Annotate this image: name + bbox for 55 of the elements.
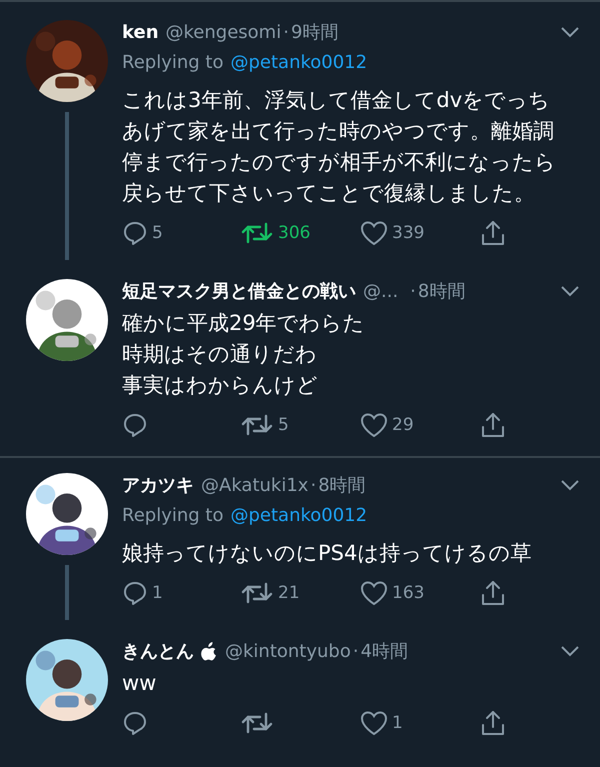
- tweet-text: 娘持ってけないのにPS4は持ってけるの草: [122, 540, 532, 567]
- like-count: 1: [392, 713, 403, 733]
- tweet-text-line: 確かに平成29年でわらた: [122, 310, 366, 337]
- retweet-icon[interactable]: [240, 412, 274, 438]
- timestamp: 4時間: [360, 640, 408, 663]
- heart-icon[interactable]: [360, 220, 388, 246]
- like-count: 339: [392, 223, 424, 243]
- display-name: きんとん: [122, 640, 194, 663]
- separator-dot: ·: [310, 474, 316, 496]
- separator-dot: ·: [283, 22, 289, 42]
- like-count: 29: [392, 415, 414, 435]
- user-handle: @Akatuki1x: [201, 474, 308, 496]
- retweet-icon[interactable]: [240, 710, 274, 736]
- share-icon[interactable]: [480, 709, 506, 737]
- user-handle: @kintontyubo: [225, 640, 351, 662]
- mention-link[interactable]: @petanko0012: [230, 52, 368, 72]
- reply-count: 5: [152, 223, 163, 243]
- heart-icon[interactable]: [360, 412, 388, 438]
- tweet-text-line: 時期はその通りだわ: [122, 341, 318, 368]
- replying-to-label: Replying to: [122, 504, 224, 526]
- user-handle: @...: [363, 280, 398, 302]
- chevron-down-icon[interactable]: [560, 645, 580, 657]
- reply-icon[interactable]: [122, 412, 148, 438]
- reply-icon[interactable]: [122, 220, 148, 246]
- tweet-text: これは3年前、浮気して借金してdvをでっちあげて家を出て行った時のやつです。離婚調停まで行ったのですが相手が不利になったら戻らせて下さいってことで復縁しました。: [122, 87, 557, 207]
- reply-count: 1: [152, 583, 163, 603]
- retweet-count: 5: [278, 415, 289, 435]
- display-name: 短足マスク男と借金との戦い: [122, 280, 356, 303]
- chevron-down-icon[interactable]: [560, 26, 580, 38]
- retweet-count: 21: [278, 583, 300, 603]
- mention-link[interactable]: @petanko0012: [230, 504, 368, 526]
- separator-dot: ·: [352, 640, 359, 662]
- timestamp: 8時間: [418, 280, 466, 303]
- separator-dot: ·: [410, 280, 416, 302]
- heart-icon[interactable]: [360, 580, 388, 606]
- retweet-icon[interactable]: [240, 580, 274, 606]
- reply-icon[interactable]: [122, 710, 148, 736]
- heart-icon[interactable]: [360, 710, 388, 736]
- display-name: アカツキ: [122, 474, 194, 497]
- tweet-text-line: 事実はわからんけど: [122, 372, 319, 399]
- chevron-down-icon[interactable]: [560, 479, 580, 491]
- like-count: 163: [392, 583, 424, 603]
- share-icon[interactable]: [480, 219, 506, 247]
- display-name: ken: [122, 22, 159, 42]
- share-icon[interactable]: [480, 579, 506, 607]
- timestamp: 9時間: [290, 21, 338, 44]
- user-handle: @kengesomi: [166, 22, 282, 42]
- reply-icon[interactable]: [122, 580, 148, 606]
- tweet-text: ww: [122, 670, 158, 697]
- replying-to-label: Replying to: [122, 52, 224, 72]
- share-icon[interactable]: [480, 411, 506, 439]
- retweet-icon[interactable]: [240, 220, 274, 246]
- retweet-count: 306: [278, 223, 310, 243]
- timestamp: 8時間: [318, 474, 366, 497]
- chevron-down-icon[interactable]: [560, 285, 580, 297]
